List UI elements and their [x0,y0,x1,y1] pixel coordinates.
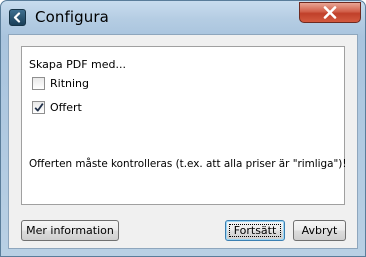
checkmark-icon [34,103,44,112]
offert-label[interactable]: Offert [50,101,82,114]
close-button[interactable] [299,2,361,23]
offert-checkbox[interactable] [32,101,45,114]
window-title: Configura [35,8,109,26]
focus-rect [229,224,281,237]
continue-button[interactable]: Fortsätt [225,220,285,241]
back-arrow-icon [9,9,26,26]
options-panel: Skapa PDF med... Ritning Offert Offerten… [21,46,347,205]
ritning-label[interactable]: Ritning [50,77,89,90]
dialog-body: Skapa PDF med... Ritning Offert Offerten… [8,34,358,249]
warning-message: Offerten måste kontrolleras (t.ex. att a… [29,158,347,170]
cancel-button[interactable]: Avbryt [293,220,346,241]
more-info-button[interactable]: Mer information [21,220,119,241]
close-icon [323,6,337,19]
ritning-checkbox[interactable] [32,77,45,90]
dialog-window: Configura Skapa PDF med... Ritning Offer… [0,0,366,257]
title-bar[interactable]: Configura [1,1,365,35]
create-pdf-heading: Skapa PDF med... [29,58,127,71]
